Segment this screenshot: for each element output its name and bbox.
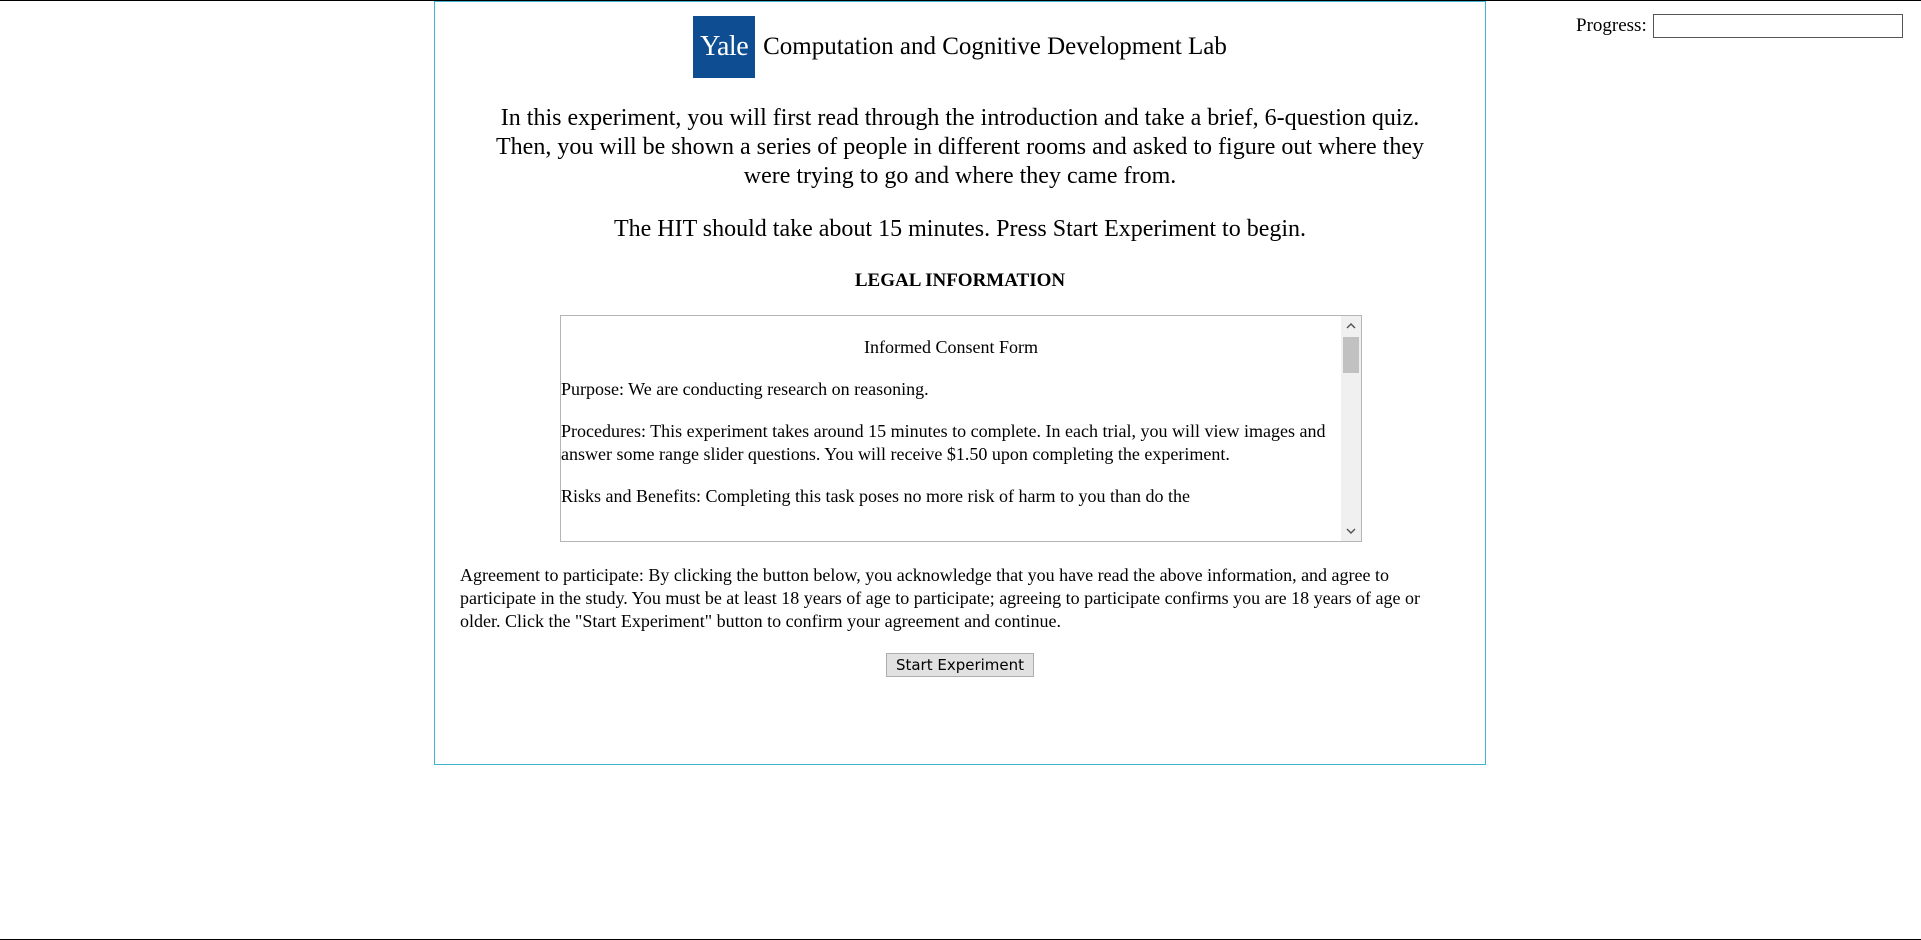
consent-title: Informed Consent Form	[864, 337, 1038, 357]
duration-text: The HIT should take about 15 minutes. Pr…	[613, 216, 1307, 242]
legal-heading: LEGAL INFORMATION	[854, 270, 1066, 291]
start-experiment-button[interactable]: Start Experiment	[886, 653, 1034, 677]
chevron-down-icon[interactable]	[1341, 521, 1361, 541]
experiment-panel: Yale Computation and Cognitive Developme…	[434, 1, 1486, 765]
consent-form-content: Informed Consent Form Purpose: We are co…	[561, 316, 1341, 508]
scrollbar-thumb[interactable]	[1343, 337, 1359, 373]
progress-area: Progress:	[1576, 14, 1903, 38]
consent-scrollbar[interactable]	[1341, 316, 1361, 541]
progress-label: Progress:	[1576, 15, 1647, 36]
consent-risks: Risks and Benefits: Completing this task…	[561, 486, 1190, 506]
yale-logo: Yale	[693, 16, 756, 78]
progress-bar	[1652, 14, 1903, 38]
consent-procedures: Procedures: This experiment takes around…	[561, 421, 1326, 464]
lab-name: Computation and Cognitive Development La…	[763, 33, 1227, 60]
agreement-text: Agreement to participate: By clicking th…	[460, 565, 1421, 631]
chevron-up-icon[interactable]	[1341, 316, 1361, 336]
intro-text: In this experiment, you will first read …	[496, 105, 1424, 189]
consent-form-box[interactable]: Informed Consent Form Purpose: We are co…	[560, 315, 1362, 542]
lab-header: Yale Computation and Cognitive Developme…	[435, 16, 1485, 78]
consent-purpose: Purpose: We are conducting research on r…	[561, 379, 929, 399]
